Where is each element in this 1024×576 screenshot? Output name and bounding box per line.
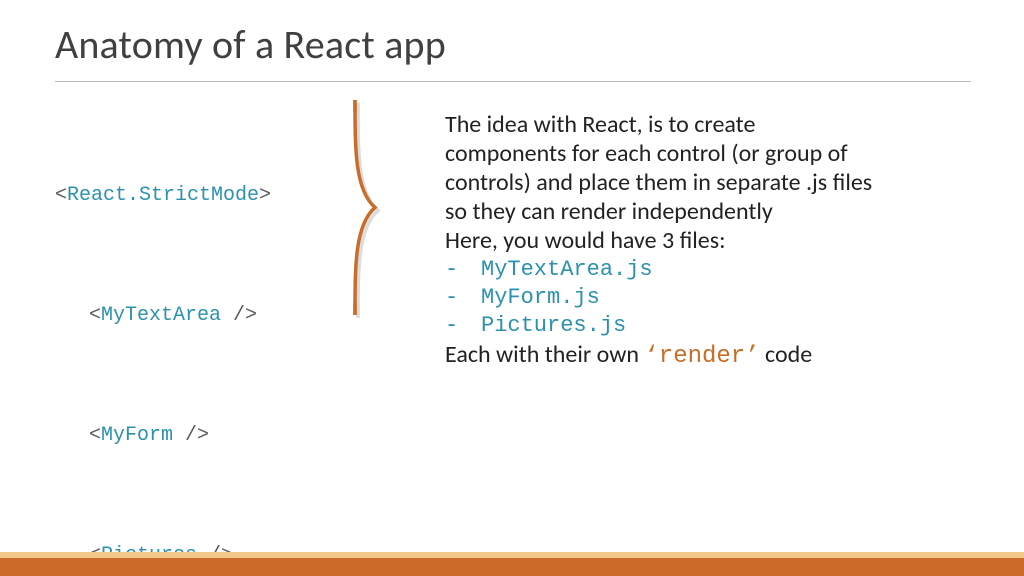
explanation-paragraph-2: Here, you would have 3 files: bbox=[445, 226, 875, 255]
list-item: -MyTextArea.js bbox=[445, 256, 875, 284]
page-title: Anatomy of a React app bbox=[55, 20, 446, 69]
slide: Anatomy of a React app <React.StrictMode… bbox=[0, 0, 1024, 576]
title-divider bbox=[55, 81, 971, 82]
footer-accent-dark bbox=[0, 558, 1024, 576]
code-line-component-2: <MyForm /> bbox=[55, 416, 295, 456]
code-snippet: <React.StrictMode> <MyTextArea /> <MyFor… bbox=[55, 96, 295, 576]
footer-bars bbox=[0, 552, 1024, 576]
file-list: -MyTextArea.js -MyForm.js -Pictures.js bbox=[445, 256, 875, 340]
code-line-open: <React.StrictMode> bbox=[55, 176, 295, 216]
code-line-component-1: <MyTextArea /> bbox=[55, 296, 295, 336]
explanation-text: The idea with React, is to create compon… bbox=[445, 110, 875, 371]
list-item: -Pictures.js bbox=[445, 312, 875, 340]
brace-icon bbox=[350, 100, 400, 315]
render-keyword: ‘render’ bbox=[644, 343, 759, 370]
list-item: -MyForm.js bbox=[445, 284, 875, 312]
explanation-paragraph-1: The idea with React, is to create compon… bbox=[445, 110, 875, 226]
explanation-paragraph-3: Each with their own ‘render’ code bbox=[445, 340, 875, 371]
